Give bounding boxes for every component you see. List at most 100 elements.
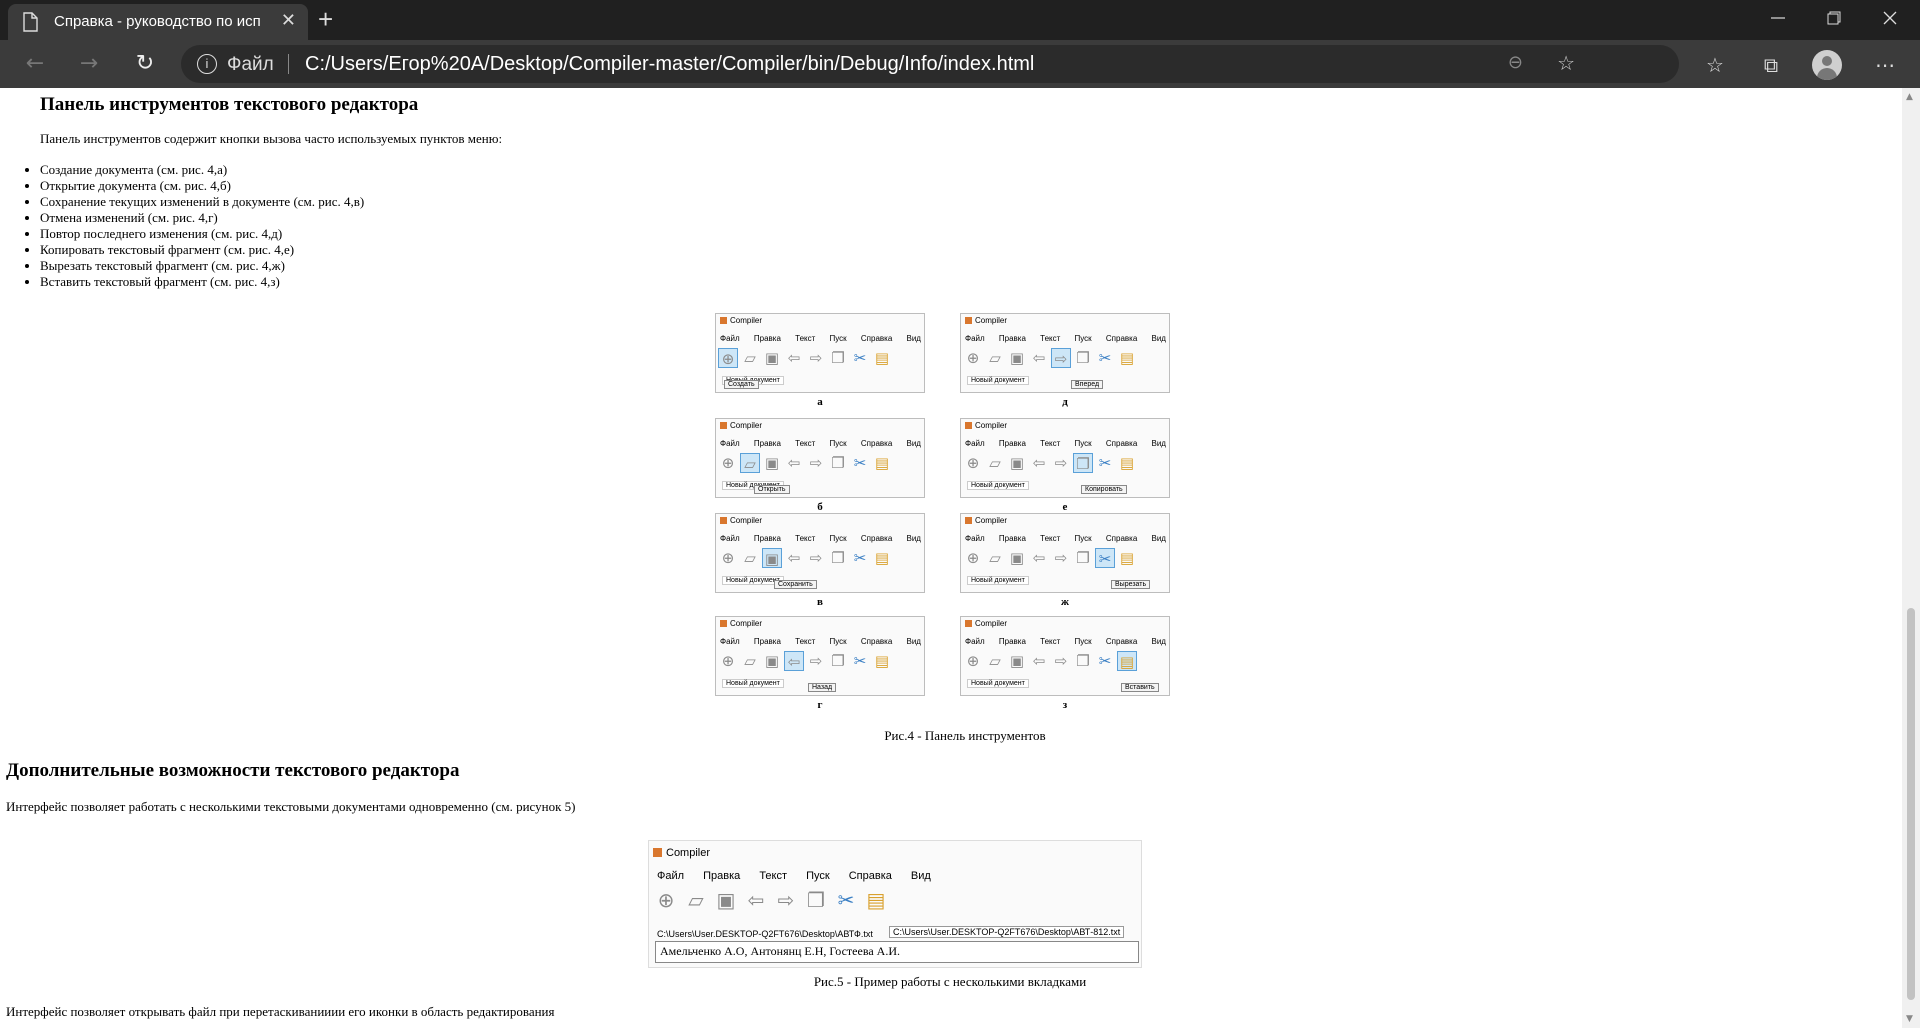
cut-icon: ✂ <box>853 652 867 670</box>
list-item: Сохранение текущих изменений в документе… <box>40 194 364 210</box>
create-icon: ⊕ <box>966 652 980 670</box>
copy-icon: ❐ <box>831 454 845 472</box>
section-text: Интерфейс позволяет работать с нескольки… <box>6 799 576 814</box>
new-tab-button[interactable]: + <box>318 4 333 34</box>
redo-icon: ⇨ <box>1054 549 1068 567</box>
app-toolbar: ⊕ ▱ ▣ ⇦ ⇨ ❐ ✂ ▤ <box>718 548 892 570</box>
list-item: Копировать текстовый фрагмент (см. рис. … <box>40 242 364 258</box>
toolbar-screenshot-7: Compiler Файл Правка Текст Пуск Справка В… <box>715 616 925 696</box>
favorites-icon[interactable]: ☆ <box>1700 50 1730 80</box>
profile-icon[interactable] <box>1812 50 1842 80</box>
section-title-toolbar: Панель инструментов текстового редактора <box>40 94 419 115</box>
paste-icon: ▤ <box>874 349 890 367</box>
document-tab: C:\Users\User.DESKTOP-Q2FT676\Desktop\АВ… <box>657 929 873 939</box>
panel-letter: в <box>817 596 823 608</box>
list-item: Вставить текстовый фрагмент (см. рис. 4,… <box>40 274 364 290</box>
editor-area: Амельченко А.О, Антонянц Е.Н, Гостеева А… <box>655 941 1139 963</box>
open-folder-icon: ▱ <box>989 349 1001 367</box>
cut-icon: ✂ <box>853 349 867 367</box>
paste-icon: ▤ <box>874 652 890 670</box>
redo-icon: ⇨ <box>777 888 795 912</box>
collections-icon[interactable]: ⧉ <box>1756 50 1786 80</box>
copy-icon: ❐ <box>831 349 845 367</box>
redo-icon: ⇨ <box>1054 454 1068 472</box>
list-item: Отмена изменений (см. рис. 4,г) <box>40 210 364 226</box>
forward-button[interactable]: → <box>74 50 104 80</box>
toolbar-screenshot-4: Compiler Файл Правка Текст Пуск Справка В… <box>960 418 1170 498</box>
undo-icon: ⇦ <box>1032 652 1046 670</box>
app-title: Compiler <box>965 516 1007 525</box>
cut-icon: ✂ <box>853 549 867 567</box>
tooltip: Создать <box>724 380 759 389</box>
copy-icon: ❐ <box>831 652 845 670</box>
create-icon: ⊕ <box>657 888 675 912</box>
browser-tab[interactable]: Справка - руководство по исп ✕ <box>8 4 308 40</box>
list-item: Повтор последнего изменения (см. рис. 4,… <box>40 226 364 242</box>
app-logo-icon <box>720 317 727 324</box>
save-icon: ▣ <box>764 454 780 472</box>
address-url[interactable]: C:/Users/Егор%20A/Desktop/Compiler-maste… <box>305 53 1034 76</box>
paste-icon: ▤ <box>874 454 890 472</box>
copy-icon: ❐ <box>1076 349 1090 367</box>
info-icon[interactable]: i <box>197 54 217 74</box>
copy-icon: ❐ <box>1076 652 1090 670</box>
tooltip: Вперед <box>1071 380 1104 389</box>
close-tab-icon[interactable]: ✕ <box>281 10 296 31</box>
app-title: Compiler <box>720 316 762 325</box>
back-button[interactable]: ← <box>20 50 50 80</box>
app-menu: Файл Правка Текст Пуск Справка Вид <box>965 637 1166 646</box>
app-logo-icon <box>720 422 727 429</box>
minimize-button[interactable] <box>1750 0 1806 38</box>
more-icon[interactable]: ⋯ <box>1870 50 1900 80</box>
paste-icon: ▤ <box>1119 549 1135 567</box>
section-intro: Панель инструментов содержит кнопки вызо… <box>40 131 503 146</box>
refresh-button[interactable]: ↻ <box>130 50 160 80</box>
open-folder-icon: ▱ <box>744 549 756 567</box>
copy-icon: ❐ <box>807 888 825 912</box>
undo-icon: ⇦ <box>747 888 765 912</box>
app-menu: Файл Правка Текст Пуск Справка Вид <box>965 439 1166 448</box>
section-text: Интерфейс позволяет открывать файл при п… <box>6 1004 555 1019</box>
paste-icon: ▤ <box>1119 349 1135 367</box>
scrollbar-thumb[interactable] <box>1907 608 1915 1000</box>
app-title: Compiler <box>965 421 1007 430</box>
undo-icon: ⇦ <box>1032 454 1046 472</box>
create-icon: ⊕ <box>721 454 735 472</box>
app-toolbar: ⊕ ▱ ▣ ⇦ ⇨ ❐ ✂ ▤ <box>653 887 889 913</box>
copy-icon: ❐ <box>1076 549 1090 567</box>
undo-icon: ⇦ <box>784 651 804 671</box>
page-content: Панель инструментов текстового редактора… <box>0 88 1902 1028</box>
app-toolbar: ⊕ ▱ ▣ ⇦ ⇨ ❐ ✂ ▤ <box>718 348 892 370</box>
paste-icon: ▤ <box>1119 454 1135 472</box>
zoom-out-icon[interactable]: ⊖ <box>1508 52 1523 73</box>
star-add-icon[interactable]: ☆ <box>1557 51 1575 75</box>
undo-icon: ⇦ <box>787 454 801 472</box>
arrow-right-icon: → <box>79 51 99 76</box>
tooltip: Вырезать <box>1111 580 1151 589</box>
page-scrollbar[interactable]: ▲ ▼ <box>1902 88 1920 1028</box>
save-icon: ▣ <box>1009 349 1025 367</box>
app-menu: Файл Правка Текст Пуск Справка Вид <box>720 334 921 343</box>
panel-letter: з <box>1062 699 1068 711</box>
app-menu: Файл Правка Текст Пуск Справка Вид <box>720 637 921 646</box>
panel-letter: г <box>817 699 823 711</box>
scroll-down-icon[interactable]: ▼ <box>1906 1014 1913 1024</box>
address-bar[interactable]: i Файл C:/Users/Егор%20A/Desktop/Compile… <box>181 45 1679 83</box>
close-window-button[interactable] <box>1862 0 1918 38</box>
cut-icon: ✂ <box>1098 349 1112 367</box>
scroll-up-icon[interactable]: ▲ <box>1906 92 1913 102</box>
save-icon: ▣ <box>764 349 780 367</box>
open-folder-icon: ▱ <box>740 453 760 473</box>
toolbar-screenshot-6: Compiler Файл Правка Текст Пуск Справка В… <box>960 513 1170 593</box>
list-item: Вырезать текстовый фрагмент (см. рис. 4,… <box>40 258 364 274</box>
create-icon: ⊕ <box>721 549 735 567</box>
toolbar-screenshot-5: Compiler Файл Правка Текст Пуск Справка В… <box>715 513 925 593</box>
app-toolbar: ⊕ ▱ ▣ ⇦ ⇨ ❐ ✂ ▤ <box>963 651 1137 673</box>
restore-button[interactable] <box>1806 0 1862 38</box>
browser-tab-bar: Справка - руководство по исп ✕ + <box>0 0 1920 40</box>
create-icon: ⊕ <box>966 454 980 472</box>
copy-icon: ❐ <box>1073 453 1093 473</box>
address-protocol: Файл <box>227 54 274 75</box>
open-folder-icon: ▱ <box>989 652 1001 670</box>
panel-letter: е <box>1062 501 1068 513</box>
